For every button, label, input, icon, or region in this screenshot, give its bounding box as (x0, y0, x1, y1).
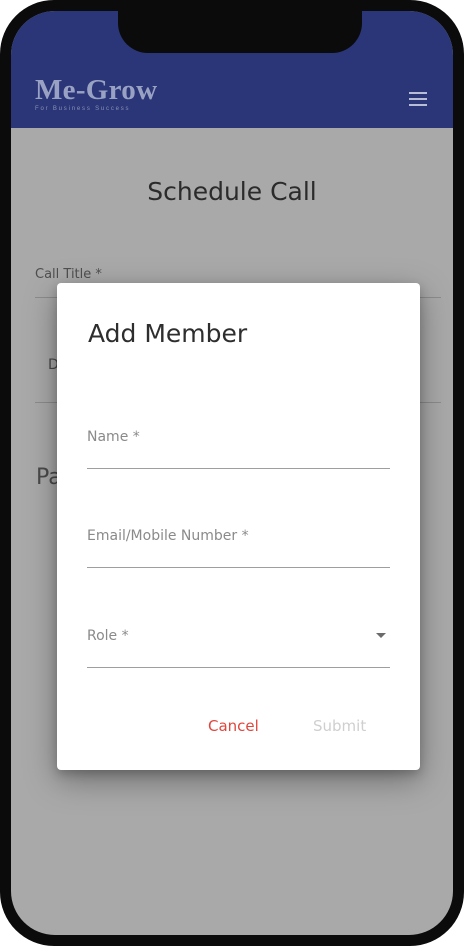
dialog-title: Add Member (88, 319, 248, 348)
brand-logo[interactable]: Me-Grow For Business Success (35, 75, 157, 112)
hamburger-menu-icon[interactable] (407, 89, 431, 109)
email-mobile-field-underline (87, 567, 390, 568)
name-field[interactable]: Name * (87, 429, 390, 469)
dropdown-caret-icon[interactable] (376, 633, 386, 638)
name-field-underline (87, 468, 390, 469)
menu-bar-line (409, 92, 427, 94)
email-mobile-field-label: Email/Mobile Number * (87, 528, 249, 544)
brand-tagline: For Business Success (35, 106, 131, 112)
phone-notch (118, 11, 362, 53)
email-mobile-field[interactable]: Email/Mobile Number * (87, 528, 390, 568)
submit-button[interactable]: Submit (313, 717, 366, 735)
cancel-button[interactable]: Cancel (208, 717, 259, 735)
menu-bar-line (409, 104, 427, 106)
role-select-underline (87, 667, 390, 668)
add-member-dialog: Add Member Name * Email/Mobile Number * … (57, 283, 420, 770)
phone-frame: Me-Grow For Business Success Schedule Ca… (0, 0, 464, 946)
name-field-label: Name * (87, 429, 140, 445)
role-select-label: Role * (87, 628, 129, 644)
call-title-label: Call Title * (35, 267, 102, 282)
role-select[interactable]: Role * (87, 628, 390, 668)
menu-bar-line (409, 98, 427, 100)
page-title: Schedule Call (147, 177, 317, 206)
phone-screen: Me-Grow For Business Success Schedule Ca… (11, 11, 453, 935)
brand-name: Me-Grow (35, 74, 158, 106)
